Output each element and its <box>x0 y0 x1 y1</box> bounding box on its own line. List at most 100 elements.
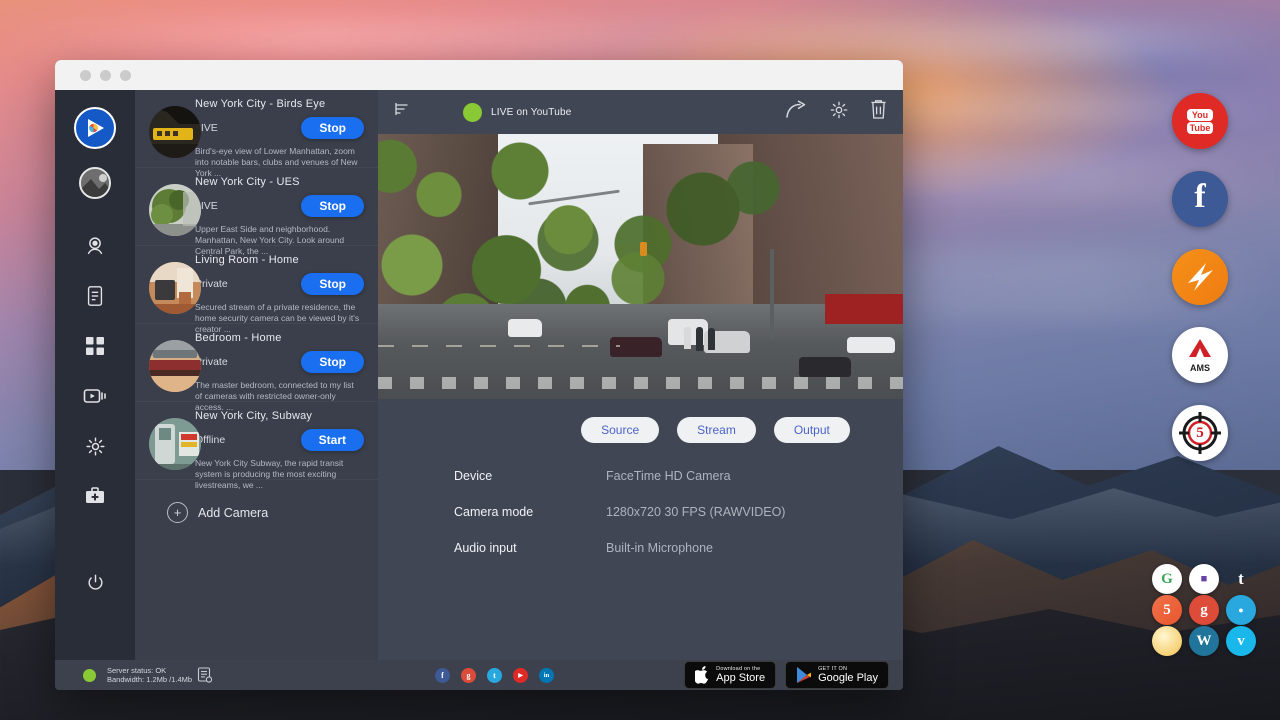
google-plus-icon[interactable]: g <box>1189 595 1219 625</box>
info-row: Audio input Built-in Microphone <box>454 541 903 555</box>
tab-stream[interactable]: Stream <box>677 417 756 443</box>
thumbnail-ues-icon <box>149 184 201 236</box>
google-plus-glyph: g <box>1200 602 1208 619</box>
plus-icon: + <box>167 502 188 523</box>
layout-list-icon[interactable] <box>394 102 411 123</box>
twitch-icon[interactable]: ■ <box>1189 564 1219 594</box>
camera-action-button[interactable]: Stop <box>301 351 364 373</box>
twitter-icon[interactable]: t <box>487 668 502 683</box>
twitter-glyph: ● <box>1238 605 1243 615</box>
linkedin-icon[interactable]: in <box>539 668 554 683</box>
grammarly-icon[interactable]: G <box>1152 564 1182 594</box>
google-play-icon <box>796 666 812 684</box>
camera-action-button[interactable]: Stop <box>301 273 364 295</box>
bolt-icon[interactable] <box>1172 249 1228 305</box>
facebook-icon[interactable]: f <box>1172 171 1228 227</box>
camera-list-item[interactable]: Bedroom - Home Private Stop The master b… <box>135 324 378 402</box>
video-traffic-signal <box>640 242 647 256</box>
user-avatar[interactable] <box>79 167 111 199</box>
lightning-bolt-icon <box>1180 257 1220 297</box>
minimize-button[interactable] <box>100 70 111 81</box>
app-logo-icon[interactable] <box>74 107 116 149</box>
close-button[interactable] <box>80 70 91 81</box>
info-value: Built-in Microphone <box>606 541 713 555</box>
camera-list-item[interactable]: New York City - Birds Eye LIVE Stop Bird… <box>135 90 378 168</box>
twitch-glyph: ■ <box>1201 573 1208 585</box>
info-value: FaceTime HD Camera <box>606 469 731 483</box>
camera-list[interactable]: New York City - Birds Eye LIVE Stop Bird… <box>135 90 378 660</box>
video-icon <box>83 386 107 406</box>
wordpress-icon[interactable]: W <box>1189 626 1219 656</box>
youtube-line2: Tube <box>1187 122 1214 134</box>
camera-action-button[interactable]: Stop <box>301 195 364 217</box>
live-status-label: LIVE on YouTube <box>491 107 571 118</box>
thumbnail-birds-eye-icon <box>149 106 201 158</box>
camera-action-button[interactable]: Start <box>301 429 364 451</box>
camera-title: Living Room - Home <box>195 254 368 266</box>
tab-output[interactable]: Output <box>774 417 850 443</box>
google-play-badge[interactable]: GET IT ON Google Play <box>785 661 889 689</box>
sidebar-item-add-plugin[interactable] <box>78 479 112 513</box>
ams-icon[interactable]: AMS <box>1172 327 1228 383</box>
delete-button[interactable] <box>870 99 887 125</box>
grid-icon <box>85 336 105 356</box>
camera-action-button[interactable]: Stop <box>301 117 364 139</box>
youtube-icon[interactable]: You Tube <box>1172 93 1228 149</box>
google-plus-icon[interactable]: g <box>461 668 476 683</box>
camera-list-item[interactable]: Living Room - Home Private Stop Secured … <box>135 246 378 324</box>
tab-source[interactable]: Source <box>581 417 659 443</box>
store-badges: Download on the App Store GET IT ON Goog… <box>684 661 889 689</box>
server-status-line: Server status: OK <box>107 666 192 676</box>
camera-title: New York City - Birds Eye <box>195 98 368 110</box>
youtube-icon[interactable]: ▶ <box>513 668 528 683</box>
camera-thumbnail <box>149 184 201 236</box>
camera-title: Bedroom - Home <box>195 332 368 344</box>
sidebar-item-settings[interactable] <box>78 429 112 463</box>
sidebar-item-power[interactable] <box>78 565 112 599</box>
camera-list-item[interactable]: New York City, Subway Offline Start New … <box>135 402 378 480</box>
live-status-dot <box>463 103 482 122</box>
camera-list-item[interactable]: New York City - UES LIVE Stop Upper East… <box>135 168 378 246</box>
sidebar-item-recordings[interactable] <box>78 379 112 413</box>
youtube-glyph: ▶ <box>518 672 523 679</box>
tumblr-icon[interactable]: t <box>1226 564 1256 594</box>
ams-label: AMS <box>1187 364 1213 373</box>
gear-icon <box>85 436 106 457</box>
vimeo-icon[interactable]: v <box>1226 626 1256 656</box>
window-titlebar[interactable] <box>55 60 903 90</box>
info-value: 1280x720 30 FPS (RAWVIDEO) <box>606 505 785 519</box>
desktop-dock-grid: G ■ t 5 g ● W v <box>1152 564 1262 656</box>
camera-thumbnail <box>149 106 201 158</box>
five-glyph: 5 <box>1196 425 1204 442</box>
sun-icon[interactable] <box>1152 626 1182 656</box>
sidebar-item-reports[interactable] <box>78 279 112 313</box>
app-store-badge[interactable]: Download on the App Store <box>684 661 776 689</box>
camera-thumbnail <box>149 262 201 314</box>
app-store-label: App Store <box>716 672 765 684</box>
sidebar-item-dashboard[interactable] <box>78 329 112 363</box>
twitter-icon[interactable]: ● <box>1226 595 1256 625</box>
camera-title: New York City, Subway <box>195 410 368 422</box>
video-car <box>847 337 895 353</box>
sidebar-item-cameras[interactable] <box>78 229 112 263</box>
video-preview[interactable] <box>378 134 903 399</box>
document-icon <box>85 285 105 307</box>
video-awning <box>825 294 903 324</box>
share-button[interactable] <box>786 100 808 124</box>
main-toolbar: LIVE on YouTube <box>378 90 903 134</box>
video-crosswalk <box>378 377 903 389</box>
wordpress-glyph: W <box>1197 633 1212 650</box>
layout-list-glyph <box>394 102 411 118</box>
google-plus-glyph: g <box>467 671 471 680</box>
settings-tabs: Source Stream Output <box>378 399 903 443</box>
five-alt-icon[interactable]: 5 <box>1152 595 1182 625</box>
five-target-icon[interactable]: 5 <box>1172 405 1228 461</box>
settings-button[interactable] <box>829 100 849 125</box>
apple-icon <box>695 666 710 684</box>
thumbnail-subway-icon <box>149 418 201 470</box>
log-document-icon[interactable] <box>197 667 212 683</box>
info-row: Device FaceTime HD Camera <box>454 469 903 483</box>
facebook-icon[interactable]: f <box>435 668 450 683</box>
video-pedestrian <box>696 327 703 351</box>
zoom-button[interactable] <box>120 70 131 81</box>
